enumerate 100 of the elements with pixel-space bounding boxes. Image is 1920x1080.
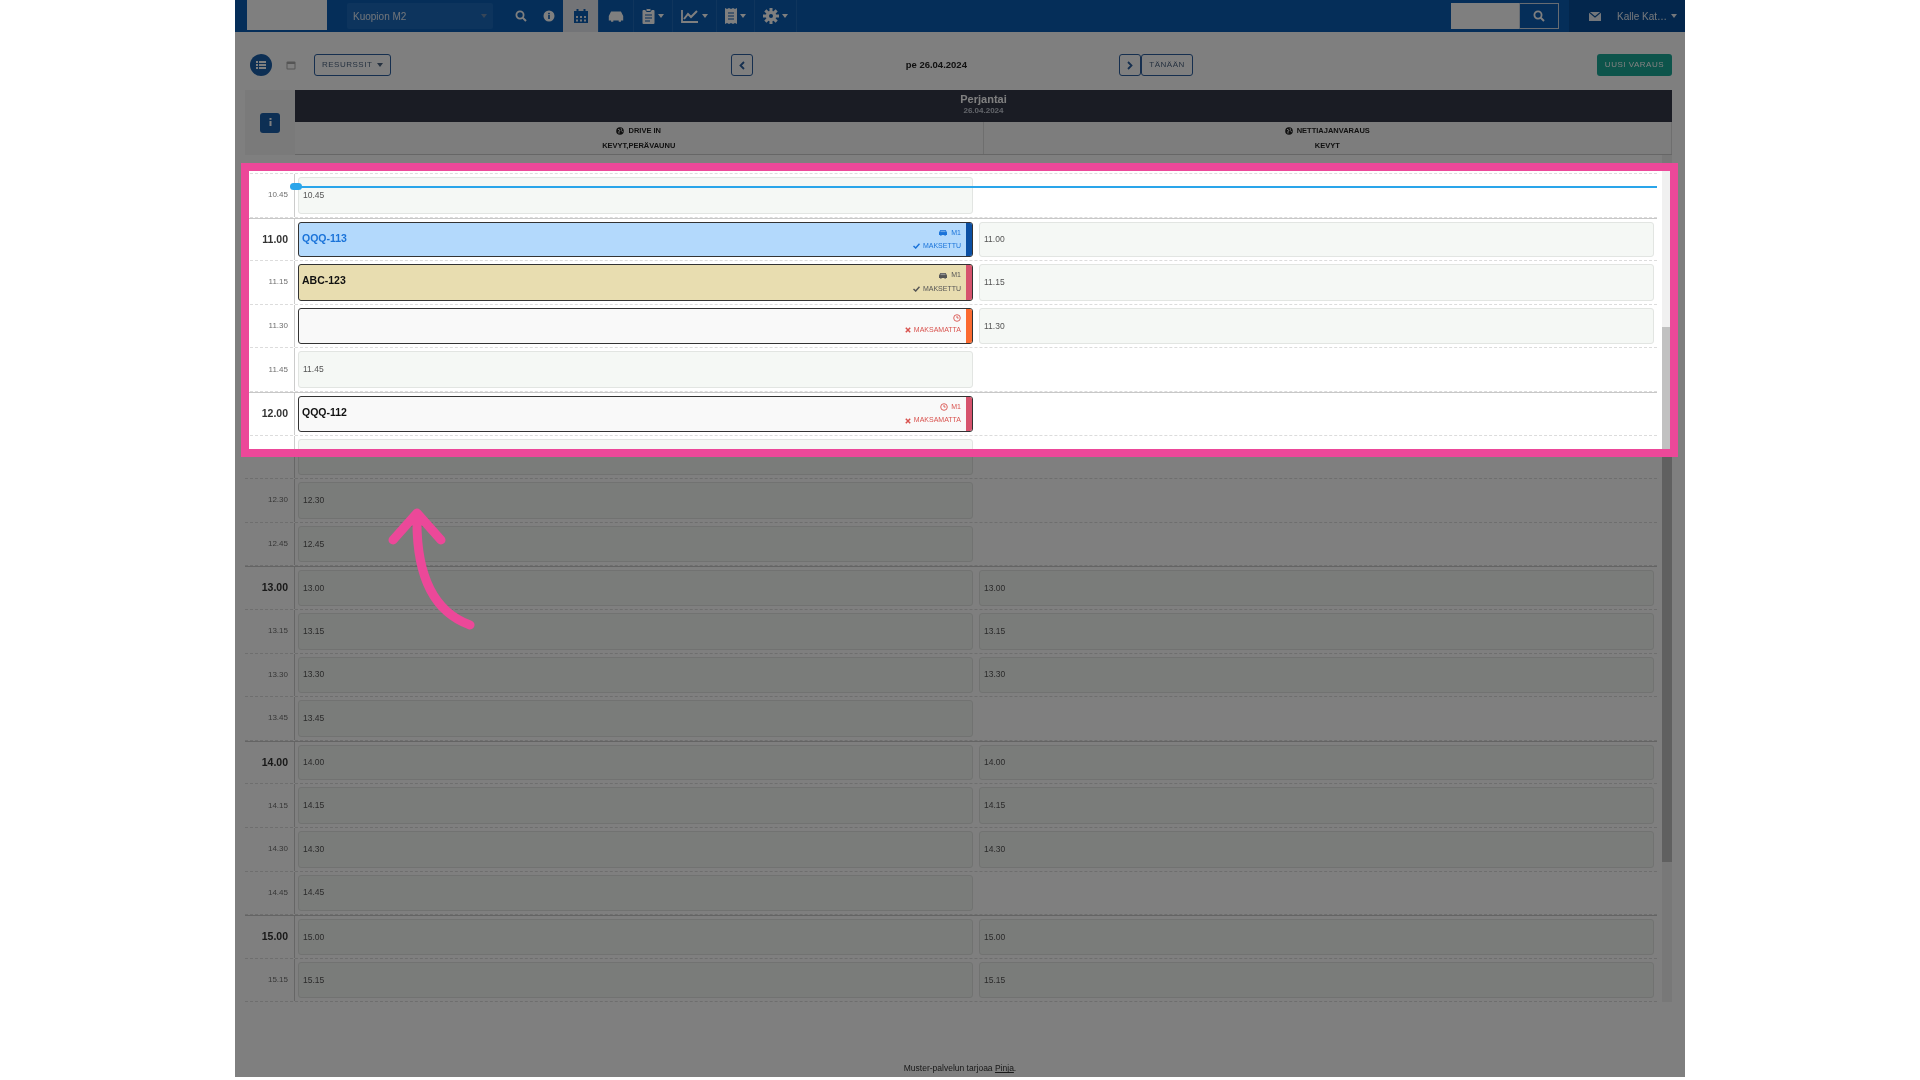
today-button[interactable]: TÄNÄÄN	[1141, 54, 1193, 76]
slot-time: 14.45	[303, 886, 325, 900]
free-time-slot[interactable]: 13.15	[979, 612, 1654, 650]
free-time-slot[interactable]: 11.15	[979, 264, 1654, 301]
slot-time: 10.45	[303, 188, 325, 202]
time-label: 14.45	[267, 886, 288, 899]
globe-icon	[1284, 126, 1293, 135]
slot-time: 13.30	[303, 668, 325, 682]
day-date: 26.04.2024	[962, 107, 1005, 116]
list-view-icon	[256, 61, 266, 69]
time-label: 14.30	[267, 843, 288, 856]
free-time-slot[interactable]: 13.00	[298, 570, 973, 606]
free-time-slot[interactable]: 11.30	[979, 307, 1654, 345]
free-time-slot[interactable]: 14.45	[298, 874, 973, 912]
new-reservation-button[interactable]: UUSI VARAUS	[1596, 54, 1672, 76]
free-time-slot[interactable]: 13.30	[298, 656, 973, 694]
info-button[interactable]	[260, 112, 280, 133]
slot-time: 13.00	[984, 581, 1006, 595]
caret-icon	[377, 63, 384, 67]
check-icon	[912, 285, 920, 292]
slot-time: 15.00	[303, 930, 325, 944]
license-plate: QQQ-112	[302, 405, 347, 418]
free-time-slot[interactable]: 14.00	[979, 744, 1654, 781]
free-time-slot[interactable]: 12.30	[298, 482, 973, 519]
free-time-slot[interactable]: 11.00	[979, 221, 1654, 258]
slot-time: 15.00	[984, 930, 1006, 944]
previous-day-button[interactable]	[731, 54, 754, 76]
slot-time: 14.00	[303, 756, 325, 769]
free-time-slot[interactable]: 13.00	[979, 570, 1654, 606]
clipboard-icon	[642, 8, 655, 24]
time-label: 12.30	[267, 494, 288, 507]
chevron-right-icon	[1127, 60, 1134, 70]
calendar-icon	[572, 8, 589, 24]
search-submit-button[interactable]	[1518, 3, 1559, 29]
slot-time: 12.30	[303, 494, 325, 507]
footer-link[interactable]: Pinja	[994, 1063, 1014, 1074]
status-stripe	[966, 308, 972, 344]
free-time-slot[interactable]: 12.45	[298, 525, 973, 563]
clock-icon	[953, 313, 961, 322]
slot-time: 13.30	[984, 668, 1006, 682]
calendar-view-icon	[286, 60, 296, 70]
time-label: 11.45	[268, 363, 288, 376]
time-label: 13.30	[267, 668, 288, 681]
time-label: 13.45	[267, 712, 288, 725]
license-plate: QQQ-113	[302, 231, 347, 244]
search-icon	[1532, 10, 1545, 22]
slot-time: 15.15	[984, 973, 1006, 987]
day-name: Perjantai	[959, 93, 1008, 106]
chevron-left-icon	[739, 60, 746, 70]
info-icon	[268, 118, 272, 127]
search-field[interactable]	[1450, 3, 1519, 29]
line-chart-icon	[681, 9, 699, 23]
free-time-slot[interactable]: 15.15	[979, 961, 1654, 999]
free-time-slot[interactable]: 14.30	[979, 830, 1654, 868]
caret-icon	[481, 14, 487, 18]
free-time-slot[interactable]: 14.15	[298, 787, 973, 824]
slot-time: 11.15	[984, 276, 1005, 289]
globe-icon	[616, 126, 625, 135]
free-time-slot[interactable]: 14.00	[298, 744, 973, 781]
clock-icon	[940, 403, 949, 412]
free-time-slot[interactable]: 15.00	[979, 919, 1654, 955]
free-time-slot[interactable]: 15.15	[298, 961, 973, 999]
free-time-slot[interactable]: 13.15	[298, 612, 973, 650]
time-label: 15.15	[267, 974, 288, 986]
car-icon	[607, 9, 625, 23]
car-icon	[938, 271, 949, 279]
mail-icon	[1588, 11, 1601, 21]
caret-icon	[782, 14, 788, 18]
next-day-button[interactable]	[1119, 54, 1142, 76]
time-label: 14.15	[267, 799, 288, 812]
list-view-toggle[interactable]	[250, 54, 272, 76]
car-icon	[938, 229, 949, 237]
free-time-slot[interactable]: 11.45	[298, 351, 973, 388]
free-time-slot[interactable]: 15.00	[298, 919, 973, 955]
slot-time: 15.15	[303, 973, 325, 987]
slot-time: 13.15	[303, 624, 325, 638]
calendar-tab[interactable]	[563, 0, 599, 32]
slot-time: 14.15	[984, 799, 1006, 812]
free-time-slot[interactable]: 10.45	[298, 177, 973, 214]
free-time-slot[interactable]: 14.15	[979, 787, 1654, 824]
license-plate: ABC-123	[302, 274, 346, 287]
free-time-slot[interactable]: 14.30	[298, 830, 973, 868]
time-label: 12.00	[261, 405, 288, 421]
slot-time: 13.45	[303, 712, 325, 725]
footer-text: Muster-palvelun tarjoaa Pinja.	[903, 1063, 1017, 1074]
time-label: 11.00	[262, 231, 288, 247]
resources-dropdown-button[interactable]: RESURSSIT	[314, 54, 392, 76]
location-dropdown[interactable]: Kuopion M2	[347, 3, 493, 29]
time-label: 13.00	[261, 580, 288, 596]
slot-time: 14.30	[303, 842, 325, 856]
date-label: pe 26.04.2024	[904, 57, 968, 72]
free-time-slot[interactable]: 13.30	[979, 656, 1654, 694]
time-label: 11.15	[268, 276, 288, 289]
time-label: 14.00	[261, 754, 288, 770]
slot-time: 11.00	[984, 233, 1005, 246]
time-label: 12.45	[267, 538, 288, 551]
free-time-slot[interactable]: 13.45	[298, 700, 973, 737]
slot-time: 14.00	[984, 756, 1006, 769]
current-time-marker	[290, 183, 302, 191]
slot-time: 13.15	[984, 624, 1006, 638]
